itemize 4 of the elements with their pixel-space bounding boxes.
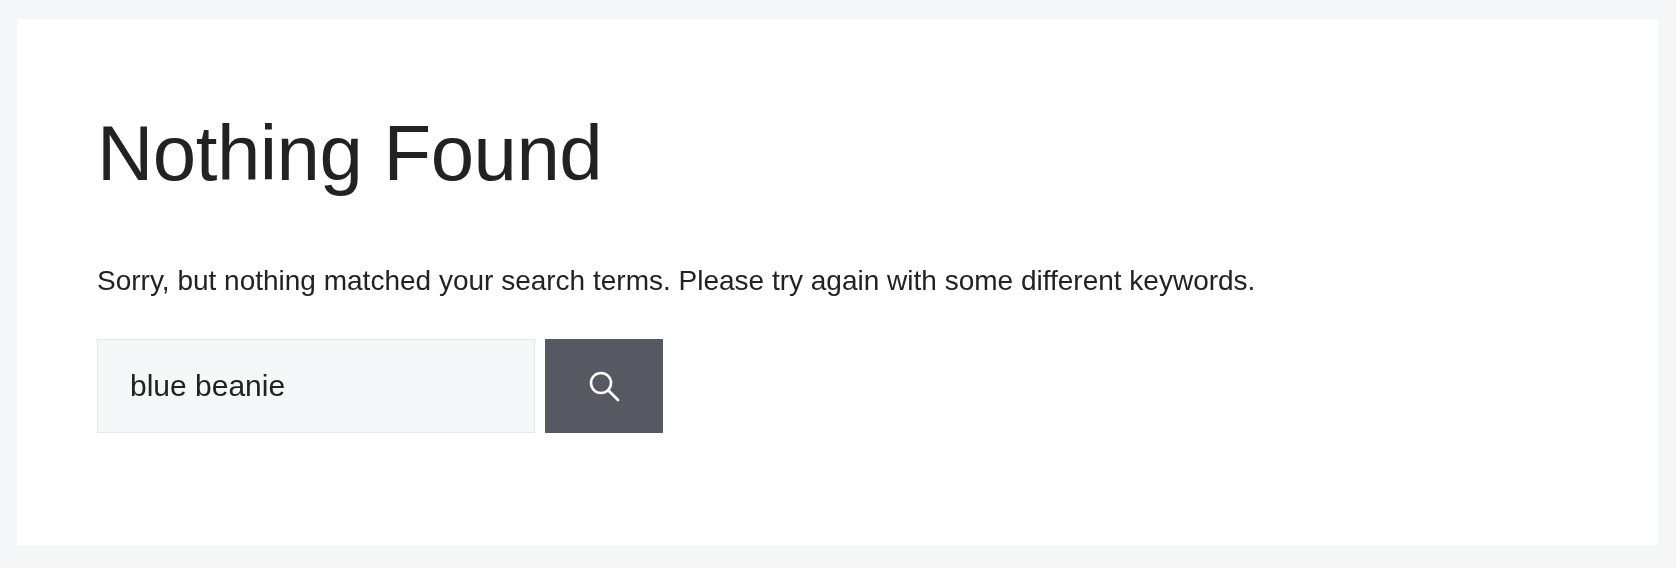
search-button[interactable] [545,339,663,433]
message-text: Sorry, but nothing matched your search terms. Please try again with some different keywords. [97,263,1257,298]
page-title: Nothing Found [97,108,604,199]
search-field[interactable]: blue beanie [97,339,535,433]
